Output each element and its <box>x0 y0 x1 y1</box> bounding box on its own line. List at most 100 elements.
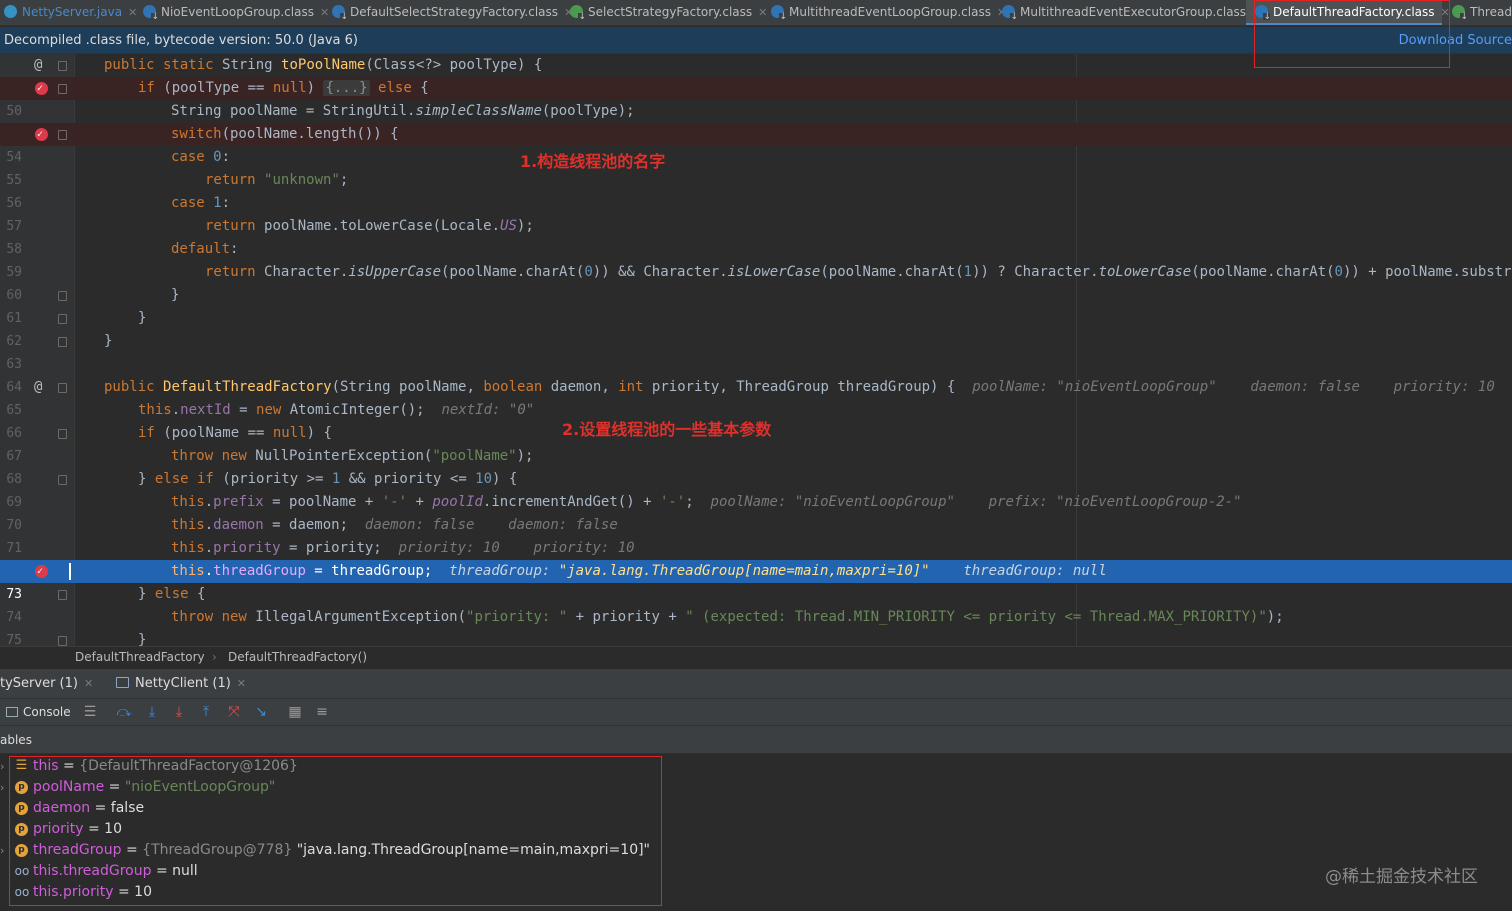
expand-arrow-icon[interactable]: › <box>0 840 4 861</box>
folded-code-block[interactable]: {...} <box>323 80 370 96</box>
expand-arrow-icon[interactable]: › <box>0 756 4 777</box>
tab-nettyclient-session[interactable]: NettyClient (1) ✕ <box>116 669 246 699</box>
step-out-icon[interactable]: ⤒ <box>196 699 216 726</box>
code-line: 76 } <box>0 629 1512 646</box>
tab-nettyserver-java[interactable]: NettyServer.java ✕ <box>4 0 137 25</box>
code-text: case 0: <box>171 149 231 165</box>
code-text: throw new IllegalArgumentException("prio… <box>171 609 1284 625</box>
code-line: 56 return "unknown"; <box>0 169 1512 211</box>
code-text: switch(poolName.length()) { <box>171 126 399 142</box>
code-text: this.prefix = poolName + '-' + poolId.in… <box>171 494 1242 510</box>
close-icon[interactable]: ✕ <box>128 6 137 19</box>
tab-selectstrategyfactory-class[interactable]: SelectStrategyFactory.class✕ <box>570 0 767 25</box>
code-line: 72 this.priority = priority; priority: 1… <box>0 537 1512 579</box>
annotation-pool-name: 1.构造线程池的名字 <box>520 152 666 171</box>
override-at-icon[interactable]: @ <box>34 54 48 77</box>
code-text: String poolName = StringUtil.simpleClass… <box>171 103 635 119</box>
tab-defaultselectstrategyfactory-class[interactable]: DefaultSelectStrategyFactory.class✕ <box>332 0 573 25</box>
banner-message: Decompiled .class file, bytecode version… <box>4 33 358 48</box>
breakpoint-icon[interactable] <box>35 560 48 583</box>
code-text: } <box>138 632 147 646</box>
fold-marker-icon[interactable] <box>58 429 67 439</box>
code-editor[interactable]: 49 @ public static String toPoolName(Cla… <box>0 54 1512 646</box>
drop-frame-icon[interactable]: ⤧ <box>224 699 244 726</box>
close-icon[interactable]: ✕ <box>84 677 93 690</box>
tab-nettyserver-session[interactable]: tyServer (1) ✕ <box>0 669 93 699</box>
fold-marker-icon[interactable] <box>58 337 67 347</box>
code-text: public static String toPoolName(Class<?>… <box>104 57 543 73</box>
step-over-icon[interactable]: ⤼ <box>114 699 134 726</box>
class-file-icon <box>1002 5 1018 22</box>
code-text: public DefaultThreadFactory(String poolN… <box>104 379 1495 395</box>
tab-threadf[interactable]: ThreadF <box>1452 0 1512 25</box>
code-text: return poolName.toLowerCase(Locale.US); <box>205 218 534 234</box>
code-line: 64 <box>0 353 1512 395</box>
close-icon[interactable]: ✕ <box>758 6 767 19</box>
evaluate-expression-icon[interactable]: ▦ <box>285 699 305 726</box>
code-line-breakpoint: 50 if (poolType == null) {...} else { <box>0 77 1512 119</box>
code-line: 70 this.prefix = poolName + '-' + poolId… <box>0 491 1512 533</box>
breakpoint-icon[interactable] <box>35 123 48 146</box>
code-text: case 1: <box>171 195 231 211</box>
highlight-box-variables <box>9 756 662 906</box>
inline-debug-hint: daemon: false daemon: false <box>364 517 618 533</box>
fold-marker-icon[interactable] <box>58 291 67 301</box>
class-file-icon <box>332 5 348 22</box>
code-text: } else { <box>138 586 206 602</box>
breadcrumb: DefaultThreadFactory › DefaultThreadFact… <box>0 646 1512 668</box>
fold-marker-icon[interactable] <box>58 590 67 600</box>
current-execution-line: 73 this.threadGroup = threadGroup; threa… <box>0 560 1512 602</box>
variables-title: ables <box>0 733 32 747</box>
fold-marker-icon[interactable] <box>58 636 67 646</box>
fold-marker-icon[interactable] <box>58 314 67 324</box>
close-icon[interactable]: ✕ <box>320 6 329 19</box>
fold-marker-icon[interactable] <box>58 130 67 140</box>
code-text: } else if (priority >= 1 && priority <= … <box>138 471 518 487</box>
code-text: default: <box>171 241 239 257</box>
code-line: 60 return Character.isUpperCase(poolName… <box>0 261 1512 303</box>
fold-marker-icon[interactable] <box>58 84 67 94</box>
code-text: return Character.isUpperCase(poolName.ch… <box>205 264 1512 280</box>
inline-debug-hint: threadGroup: "java.lang.ThreadGroup[name… <box>449 563 1107 579</box>
step-into-icon[interactable]: ⤓ <box>142 699 162 726</box>
class-file-icon <box>143 5 159 22</box>
code-line: 57 case 1: <box>0 192 1512 234</box>
code-text: this.threadGroup = threadGroup; threadGr… <box>171 563 1107 579</box>
code-line: 68 throw new NullPointerException("poolN… <box>0 445 1512 487</box>
override-at-icon[interactable]: @ <box>34 376 48 399</box>
console-tab[interactable]: Console <box>6 699 71 726</box>
breadcrumb-class[interactable]: DefaultThreadFactory <box>75 647 205 668</box>
code-line: 62 } <box>0 307 1512 349</box>
debug-toolbar: Console ☰ ⤼ ⤓ ⤓ ⤒ ⤧ ↘ ▦ ≡ <box>0 698 1512 726</box>
chevron-right-icon: › <box>212 650 217 664</box>
inline-debug-hint: poolName: "nioEventLoopGroup" prefix: "n… <box>710 494 1242 510</box>
tab-multithreadeventexecutorgroup-class[interactable]: MultithreadEventExecutorGroup.class✕ <box>1002 0 1261 25</box>
interface-file-icon <box>570 5 586 22</box>
code-text: this.nextId = new AtomicInteger(); nextI… <box>138 402 535 418</box>
code-line-breakpoint: 54 switch(poolName.length()) { <box>0 123 1512 165</box>
breadcrumb-method[interactable]: DefaultThreadFactory() <box>228 647 367 668</box>
run-to-cursor-icon[interactable]: ↘ <box>251 699 271 726</box>
code-text: return "unknown"; <box>205 172 349 188</box>
force-step-into-icon[interactable]: ⤓ <box>169 699 189 726</box>
menu-lines-icon[interactable]: ☰ <box>80 699 100 726</box>
tab-multithreadeventloopgroup-class[interactable]: MultithreadEventLoopGroup.class✕ <box>771 0 1006 25</box>
code-line: 65 @ public DefaultThreadFactory(String … <box>0 376 1512 418</box>
trace-stream-icon[interactable]: ≡ <box>312 699 332 726</box>
breakpoint-icon[interactable] <box>35 77 48 100</box>
code-line: 71 this.daemon = daemon; daemon: false d… <box>0 514 1512 556</box>
highlight-box-active-tab <box>1254 0 1450 68</box>
fold-marker-icon[interactable] <box>58 383 67 393</box>
code-line: 61 } <box>0 284 1512 326</box>
code-line: 75 throw new IllegalArgumentException("p… <box>0 606 1512 646</box>
close-icon[interactable]: ✕ <box>237 677 246 690</box>
fold-marker-icon[interactable] <box>58 61 67 71</box>
inline-debug-hint: nextId: "0" <box>441 402 535 418</box>
watermark: @稀土掘金技术社区 <box>1325 867 1478 887</box>
expand-arrow-icon[interactable]: › <box>0 777 4 798</box>
code-line: 55 case 0: <box>0 146 1512 188</box>
tab-nioeventloopgroup-class[interactable]: NioEventLoopGroup.class✕ <box>143 0 329 25</box>
fold-marker-icon[interactable] <box>58 475 67 485</box>
annotation-basic-params: 2.设置线程池的一些基本参数 <box>562 420 772 439</box>
code-text: if (poolName == null) { <box>138 425 332 441</box>
